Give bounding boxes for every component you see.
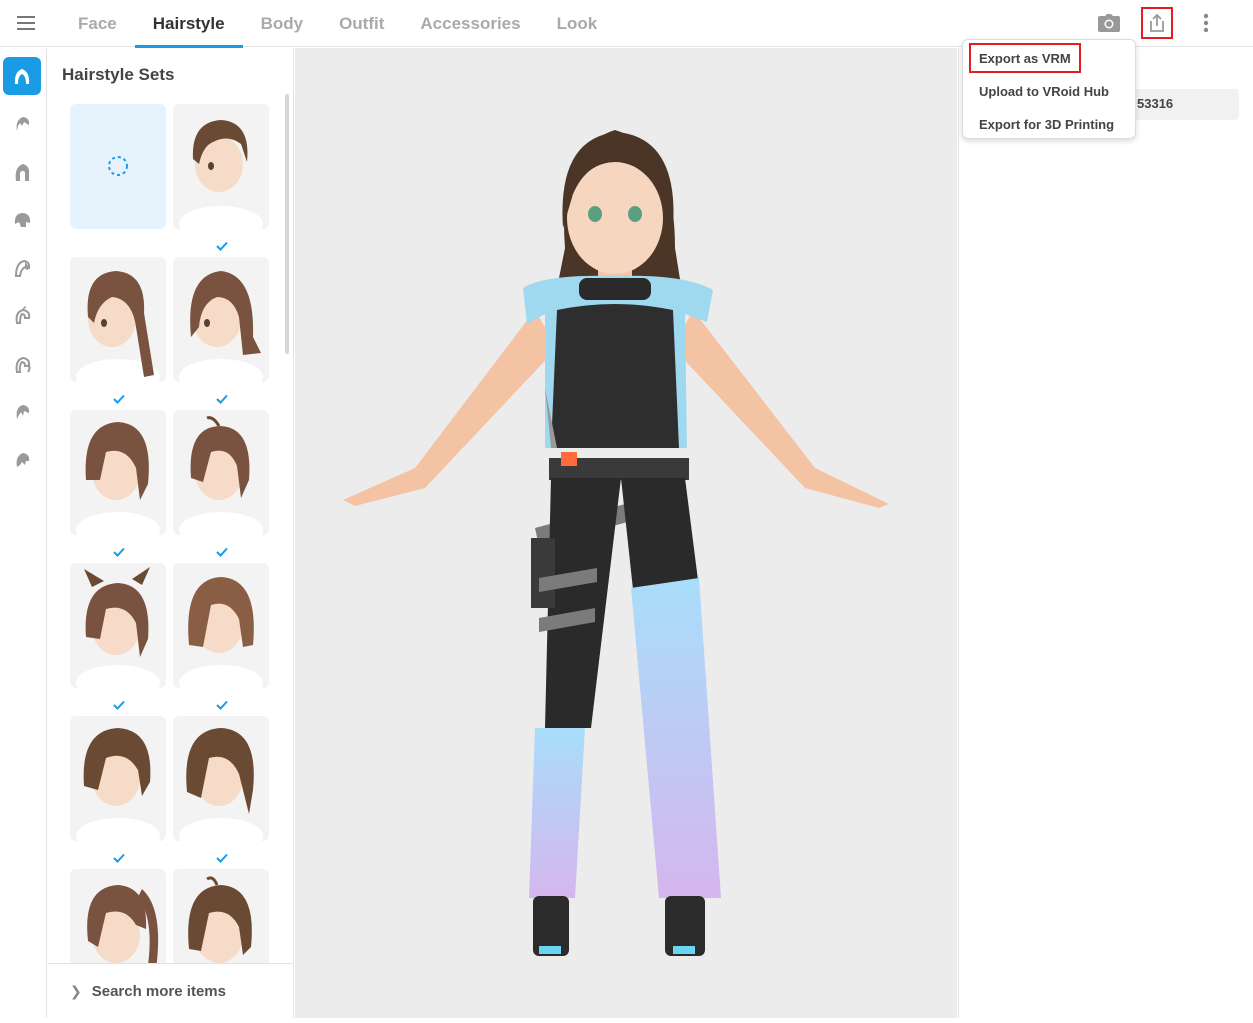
camera-icon[interactable] [1095, 9, 1123, 37]
search-more-label: Search more items [91, 982, 226, 1000]
selected-check-icon [216, 394, 228, 404]
ahoge-icon[interactable] [3, 297, 41, 335]
selected-check-icon [216, 241, 228, 251]
selected-check-icon [113, 853, 125, 863]
panel-scrollbar[interactable] [285, 94, 289, 354]
search-more-items-button[interactable]: ❯ Search more items [48, 963, 293, 1018]
selected-check-icon [113, 547, 125, 557]
hairstyle-item-cat-ears[interactable] [70, 563, 166, 688]
properties-panel: 53316 [958, 48, 1253, 1018]
selected-check-icon [113, 700, 125, 710]
category-rail [0, 48, 47, 1018]
hairstyle-sets-icon[interactable] [3, 57, 41, 95]
bangs-icon[interactable] [3, 393, 41, 431]
export-menu: Export as VRM Upload to VRoid Hub Export… [962, 39, 1136, 139]
hairstyle-item-bob[interactable] [173, 563, 269, 688]
selected-check-icon [216, 853, 228, 863]
menu-item-export-vrm[interactable]: Export as VRM [969, 43, 1081, 73]
hairstyle-item-shaggy-short[interactable] [70, 410, 166, 535]
hairstyle-item-short-boy[interactable] [173, 104, 269, 229]
side-hair-icon[interactable] [3, 249, 41, 287]
hairstyle-item-long-straight[interactable] [70, 257, 166, 382]
selected-check-icon [216, 700, 228, 710]
hairstyle-item-none[interactable] [70, 104, 166, 229]
export-share-icon[interactable] [1141, 7, 1173, 39]
tab-face[interactable]: Face [60, 0, 135, 47]
tab-accessories[interactable]: Accessories [402, 0, 538, 47]
tab-hairstyle[interactable]: Hairstyle [134, 0, 243, 48]
selected-check-icon [113, 394, 125, 404]
back-hair-icon[interactable] [3, 153, 41, 191]
avatar-model [343, 130, 889, 956]
model-viewport[interactable] [295, 48, 957, 1018]
menu-item-export-3d-printing[interactable]: Export for 3D Printing [971, 111, 1122, 137]
hairstyle-item-short-ahoge[interactable] [173, 410, 269, 535]
more-vertical-icon[interactable] [1192, 9, 1220, 37]
hairstyle-panel: Hairstyle Sets ❯ Search more items [48, 48, 294, 1018]
hairstyle-item-wolf-cut[interactable] [173, 716, 269, 841]
chevron-right-icon: ❯ [70, 982, 82, 999]
front-hair-icon[interactable] [3, 105, 41, 143]
editor-tabs: Face Hairstyle Body Outfit Accessories L… [60, 0, 616, 48]
selected-check-icon [216, 547, 228, 557]
tab-outfit[interactable]: Outfit [321, 0, 402, 47]
hair-extra-icon[interactable] [3, 441, 41, 479]
menu-item-upload-vroid-hub[interactable]: Upload to VRoid Hub [971, 78, 1117, 104]
tab-body[interactable]: Body [243, 0, 322, 47]
base-hair-icon[interactable] [3, 201, 41, 239]
hairstyle-item-messy-short[interactable] [70, 716, 166, 841]
panel-title: Hairstyle Sets [62, 65, 175, 84]
hairstyle-item-bob-long[interactable] [173, 257, 269, 382]
ponytail-icon[interactable] [3, 345, 41, 383]
hamburger-menu-icon[interactable] [14, 12, 38, 34]
tab-look[interactable]: Look [539, 0, 616, 47]
